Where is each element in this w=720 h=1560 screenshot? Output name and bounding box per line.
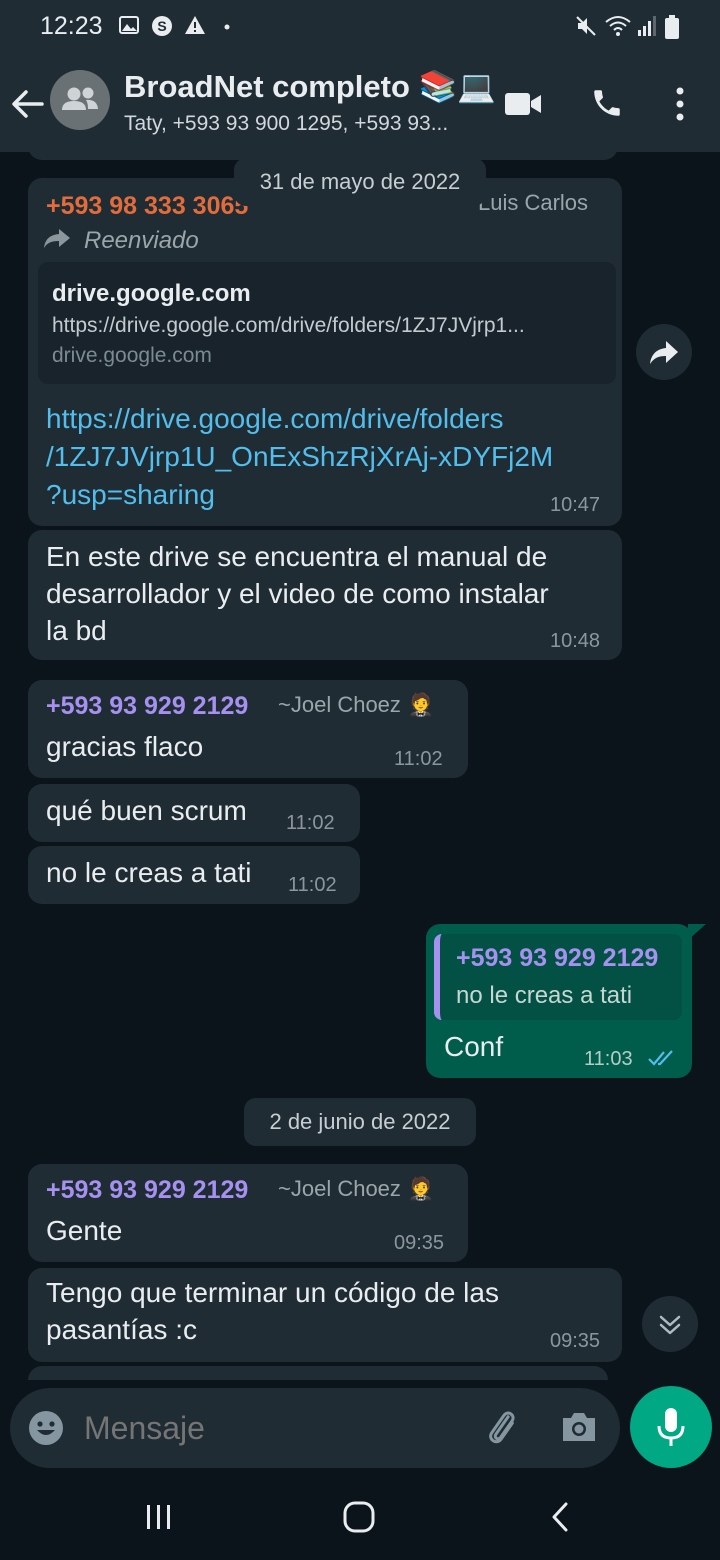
recent-apps-icon[interactable]: [144, 1502, 174, 1532]
s-app-icon: S: [152, 16, 172, 36]
dot-icon: [224, 24, 230, 30]
video-call-icon[interactable]: [504, 90, 542, 118]
chat-participants[interactable]: Taty, +593 93 900 1295, +593 93...: [124, 112, 484, 136]
link-preview[interactable]: drive.google.com https://drive.google.co…: [38, 262, 616, 384]
link-line[interactable]: ?usp=sharing: [46, 476, 553, 514]
wifi-icon: [605, 16, 631, 36]
message-input[interactable]: [84, 1410, 464, 1447]
quoted-text: no le creas a tati: [456, 982, 633, 1009]
forward-icon: [44, 229, 70, 248]
scroll-down-icon: [659, 1315, 681, 1335]
message-time: 11:03: [584, 1048, 633, 1070]
link-preview-title: drive.google.com: [52, 280, 251, 307]
message-text: gracias flaco: [46, 731, 204, 762]
back-arrow-icon[interactable]: [10, 84, 46, 124]
message-line: Tengo que terminar un código de las: [46, 1277, 499, 1308]
message-bubble[interactable]: En este drive se encuentra el manual de …: [28, 530, 622, 660]
quoted-sender: +593 93 929 2129: [456, 944, 659, 972]
voice-message-button[interactable]: [630, 1386, 712, 1468]
message-line: desarrollador y el video de como instala…: [46, 578, 549, 609]
message-input-container[interactable]: [10, 1388, 620, 1468]
message-bubble[interactable]: +593 93 929 2129 ~Joel Choez 🤵 Gente 09:…: [28, 1164, 468, 1262]
signal-icon: [638, 16, 656, 36]
chat-header: BroadNet completo 📚💻 Taty, +593 93 900 1…: [0, 56, 720, 152]
bubble-tail: [688, 924, 706, 940]
date-divider: 31 de mayo de 2022: [234, 158, 486, 206]
compose-bar: [0, 1380, 720, 1476]
chat-title[interactable]: BroadNet completo 📚💻: [124, 68, 496, 105]
status-bar: 12:23 S: [0, 0, 720, 56]
link-line[interactable]: https://drive.google.com/drive/folders: [46, 400, 553, 438]
message-bubble[interactable]: +593 93 929 2129 ~Joel Choez 🤵 gracias f…: [28, 680, 468, 778]
message-time: 11:02: [288, 874, 337, 896]
message-text: no le creas a tati: [46, 857, 252, 888]
message-time: 09:35: [394, 1232, 445, 1254]
home-icon[interactable]: [342, 1500, 376, 1534]
message-time: 10:47: [550, 494, 601, 516]
group-avatar[interactable]: [50, 70, 110, 130]
message-text: qué buen scrum: [46, 795, 247, 826]
message-text: Conf: [444, 1031, 504, 1062]
message-time: 11:02: [286, 812, 335, 834]
message-link[interactable]: https://drive.google.com/drive/folders /…: [46, 400, 553, 514]
more-options-icon[interactable]: [674, 86, 686, 122]
message-line: pasantías :c: [46, 1314, 197, 1345]
message-list[interactable]: +593 98 333 3065 Luis Carlos Reenviado d…: [0, 152, 720, 1380]
svg-text:S: S: [157, 18, 166, 34]
message-time: 09:35: [550, 1330, 601, 1352]
message-time: 10:48: [550, 630, 601, 652]
link-preview-domain: drive.google.com: [52, 344, 212, 367]
sender-phone[interactable]: +593 93 929 2129: [46, 1176, 248, 1205]
phone-icon[interactable]: [590, 86, 624, 120]
quoted-message[interactable]: +593 93 929 2129 no le creas a tati: [434, 934, 682, 1020]
scroll-down-button[interactable]: [642, 1296, 698, 1352]
link-line[interactable]: /1ZJ7JVjrp1U_OnExShzRjXrAj-xDYFj2M: [46, 438, 553, 476]
battery-icon: [665, 15, 679, 39]
message-bubble[interactable]: Tengo que terminar un código de las pasa…: [28, 1268, 622, 1362]
message-text: Tengo que terminar un código de las pasa…: [46, 1274, 499, 1348]
camera-icon[interactable]: [560, 1410, 598, 1444]
forward-button[interactable]: [636, 324, 692, 380]
forwarded-label: Reenviado: [84, 227, 199, 254]
message-bubble-partial[interactable]: [28, 1366, 608, 1380]
sender-phone[interactable]: +593 98 333 3065: [46, 192, 248, 221]
system-nav-bar: [0, 1476, 720, 1560]
emoji-icon[interactable]: [28, 1410, 64, 1446]
sender-pushname: ~Joel Choez 🤵: [278, 1176, 435, 1201]
outgoing-message-bubble[interactable]: +593 93 929 2129 no le creas a tati Conf…: [426, 924, 692, 1078]
sender-pushname: Luis Carlos: [478, 190, 589, 215]
share-forward-icon: [650, 341, 678, 364]
message-text: En este drive se encuentra el manual de …: [46, 538, 549, 649]
mute-icon: [576, 16, 596, 36]
group-avatar-icon: [62, 87, 98, 110]
message-text: Gente: [46, 1215, 123, 1246]
sender-pushname: ~Joel Choez 🤵: [278, 692, 435, 717]
sender-phone[interactable]: +593 93 929 2129: [46, 692, 248, 721]
message-line: la bd: [46, 615, 107, 646]
warning-icon: [185, 16, 205, 34]
read-receipt-icon: [648, 1050, 673, 1066]
date-divider: 2 de junio de 2022: [244, 1098, 476, 1146]
message-line: En este drive se encuentra el manual de: [46, 541, 548, 572]
message-bubble[interactable]: no le creas a tati 11:02: [28, 846, 360, 904]
status-time: 12:23: [40, 12, 103, 40]
link-preview-url: https://drive.google.com/drive/folders/1…: [52, 314, 525, 337]
message-time: 11:02: [394, 748, 443, 770]
nav-back-icon[interactable]: [548, 1500, 572, 1534]
gallery-icon: [119, 16, 139, 34]
attach-icon[interactable]: [482, 1406, 522, 1450]
message-bubble[interactable]: +593 98 333 3065 Luis Carlos Reenviado d…: [28, 178, 622, 526]
message-bubble[interactable]: qué buen scrum 11:02: [28, 784, 360, 842]
mic-icon: [657, 1408, 685, 1446]
